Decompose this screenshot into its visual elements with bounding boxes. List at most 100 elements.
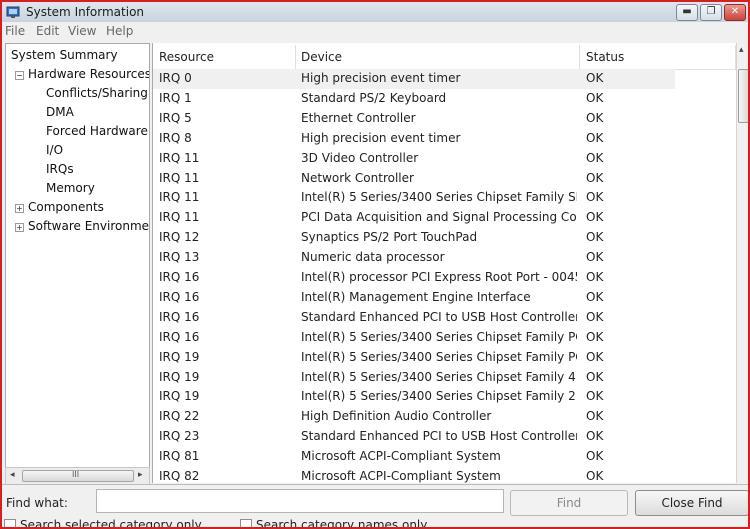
device-cell: Intel(R) Management Engine Interface [301, 289, 531, 304]
scroll-up-icon[interactable]: ▴ [739, 45, 744, 55]
table-row[interactable]: IRQ 16 Standard Enhanced PCI to USB Host … [153, 308, 675, 328]
table-row[interactable]: IRQ 8 High precision event timer OK [153, 129, 675, 149]
checkbox[interactable] [4, 519, 16, 527]
checkbox[interactable] [240, 519, 252, 527]
column-header-status[interactable]: Status [586, 50, 624, 64]
column-divider[interactable] [579, 45, 580, 69]
option-label: Search selected category only [20, 518, 202, 529]
table-row[interactable]: IRQ 12 Synaptics PS/2 Port TouchPad OK [153, 228, 675, 248]
column-divider[interactable] [295, 45, 296, 69]
details-list: Resource Device Status IRQ 0 High precisi… [152, 43, 748, 483]
table-row[interactable]: IRQ 5 Ethernet Controller OK [153, 109, 675, 129]
table-row[interactable]: IRQ 19 Intel(R) 5 Series/3400 Series Chip… [153, 348, 675, 368]
table-row[interactable]: IRQ 13 Numeric data processor OK [153, 248, 675, 268]
table-row[interactable]: IRQ 19 Intel(R) 5 Series/3400 Series Chip… [153, 387, 675, 407]
device-cell: Standard PS/2 Keyboard [301, 90, 447, 105]
table-row[interactable]: IRQ 81 Microsoft ACPI-Compliant System OK [153, 447, 675, 467]
scrollbar-thumb[interactable] [738, 69, 748, 123]
table-row[interactable]: IRQ 16 Intel(R) Management Engine Interfa… [153, 288, 675, 308]
find-bar: Find what: Find Close Find Search select… [2, 484, 748, 529]
status-cell: OK [586, 329, 604, 344]
tree-item-irqs[interactable]: IRQs [46, 162, 74, 176]
table-row[interactable]: IRQ 19 Intel(R) 5 Series/3400 Series Chip… [153, 368, 675, 388]
status-cell: OK [586, 230, 604, 245]
application-window: System Information ▬ ❐ ✕ File Edit View … [0, 0, 750, 529]
tree-horizontal-scrollbar[interactable]: ◂ III ▸ [5, 467, 150, 485]
table-row[interactable]: IRQ 11 PCI Data Acquisition and Signal Pr… [153, 208, 675, 228]
table-row[interactable]: IRQ 16 Intel(R) 5 Series/3400 Series Chip… [153, 328, 675, 348]
title-bar: System Information ▬ ❐ ✕ [2, 2, 748, 22]
resource-cell: IRQ 1 [159, 90, 192, 105]
device-cell: Intel(R) processor PCI Express Root Port… [301, 270, 577, 284]
tree-item-conflicts-sharing[interactable]: Conflicts/Sharing [46, 86, 148, 100]
expand-icon[interactable]: + [15, 204, 24, 213]
resource-cell: IRQ 81 [159, 449, 200, 464]
window-title: System Information [26, 5, 145, 19]
column-header-device[interactable]: Device [301, 50, 342, 64]
scroll-left-icon[interactable]: ◂ [10, 470, 15, 480]
menu-help[interactable]: Help [106, 24, 133, 38]
status-cell: OK [586, 71, 604, 85]
close-window-button[interactable]: ✕ [724, 4, 746, 21]
resource-cell: IRQ 11 [159, 150, 200, 165]
table-row[interactable]: IRQ 11 3D Video Controller OK [153, 149, 675, 169]
resource-cell: IRQ 19 [159, 349, 200, 364]
device-cell: Standard Enhanced PCI to USB Host Contro… [301, 429, 577, 444]
tree-item-system-summary[interactable]: System Summary [11, 48, 118, 62]
device-cell: Intel(R) 5 Series/3400 Series Chipset Fa… [301, 190, 577, 205]
device-cell: Ethernet Controller [301, 110, 416, 125]
table-row[interactable]: IRQ 0 High precision event timer OK [153, 69, 675, 89]
tree-item-hardware-resources[interactable]: Hardware Resources [28, 67, 149, 81]
device-cell: Standard Enhanced PCI to USB Host Contro… [301, 309, 577, 324]
table-row[interactable]: IRQ 22 High Definition Audio Controller OK [153, 407, 675, 427]
resource-cell: IRQ 13 [159, 250, 200, 265]
table-row[interactable]: IRQ 23 Standard Enhanced PCI to USB Host … [153, 427, 675, 447]
status-cell: OK [586, 270, 604, 284]
status-cell: OK [586, 110, 604, 125]
find-button[interactable]: Find [510, 490, 628, 516]
menu-bar: File Edit View Help [2, 22, 748, 41]
device-cell: PCI Data Acquisition and Signal Processi… [301, 210, 577, 225]
table-row[interactable]: IRQ 11 Network Controller OK [153, 169, 675, 189]
resource-cell: IRQ 0 [159, 71, 192, 85]
resource-cell: IRQ 11 [159, 170, 200, 185]
tree-item-io[interactable]: I/O [46, 143, 63, 157]
device-cell: Intel(R) 5 Series/3400 Series Chipset Fa… [301, 389, 577, 404]
option-label: Search category names only [256, 518, 428, 529]
tree-item-components[interactable]: Components [28, 200, 104, 214]
tree-item-software-environment[interactable]: Software Environment [28, 219, 149, 233]
column-header-resource[interactable]: Resource [159, 50, 214, 64]
table-row[interactable]: IRQ 11 Intel(R) 5 Series/3400 Series Chip… [153, 188, 675, 208]
list-header: Resource Device Status [153, 45, 736, 70]
maximize-button[interactable]: ❐ [700, 4, 722, 21]
device-cell: Network Controller [301, 170, 414, 185]
table-row[interactable]: IRQ 16 Intel(R) processor PCI Express Roo… [153, 268, 675, 288]
menu-file[interactable]: File [5, 24, 25, 38]
resource-cell: IRQ 16 [159, 270, 200, 284]
device-cell: Microsoft ACPI-Compliant System [301, 449, 501, 464]
menu-view[interactable]: View [68, 24, 96, 38]
device-cell: High precision event timer [301, 130, 461, 145]
scroll-right-icon[interactable]: ▸ [138, 470, 143, 480]
status-cell: OK [586, 389, 604, 404]
tree-item-memory[interactable]: Memory [46, 181, 95, 195]
table-row[interactable]: IRQ 1 Standard PS/2 Keyboard OK [153, 89, 675, 109]
status-cell: OK [586, 210, 604, 225]
table-row[interactable]: IRQ 82 Microsoft ACPI-Compliant System OK [153, 467, 675, 483]
resource-cell: IRQ 16 [159, 329, 200, 344]
find-input[interactable] [96, 489, 504, 513]
device-cell: Microsoft ACPI-Compliant System [301, 469, 501, 483]
status-cell: OK [586, 309, 604, 324]
tree-item-dma[interactable]: DMA [46, 105, 74, 119]
tree-item-forced-hardware[interactable]: Forced Hardware [46, 124, 148, 138]
scrollbar-thumb[interactable]: III [22, 470, 134, 482]
menu-edit[interactable]: Edit [36, 24, 59, 38]
minimize-button[interactable]: ▬ [676, 4, 698, 21]
resource-cell: IRQ 16 [159, 309, 200, 324]
list-vertical-scrollbar[interactable]: ▴ [736, 43, 748, 483]
collapse-icon[interactable]: − [15, 71, 24, 80]
resource-cell: IRQ 12 [159, 230, 200, 245]
close-find-button[interactable]: Close Find [635, 490, 748, 516]
expand-icon[interactable]: + [15, 223, 24, 232]
resource-cell: IRQ 19 [159, 389, 200, 404]
